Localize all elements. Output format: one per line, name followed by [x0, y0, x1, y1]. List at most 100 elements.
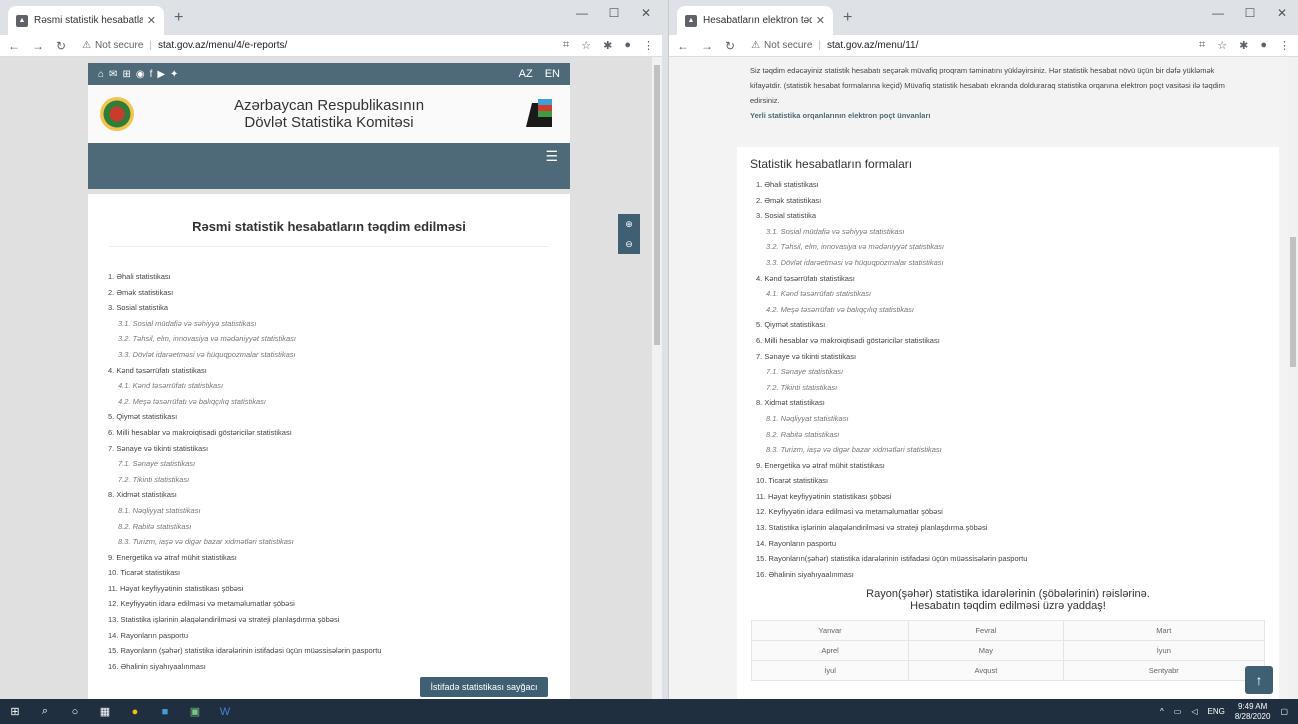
start-windows-icon[interactable]: ⊞ — [0, 699, 30, 724]
eye-icon[interactable]: ◉ — [136, 69, 145, 80]
close-tab-icon[interactable]: ✕ — [147, 14, 156, 27]
minimize-icon[interactable]: — — [566, 0, 598, 26]
list-item-link[interactable]: 5. Qiymət statistikası — [756, 317, 1279, 333]
list-item-link[interactable]: 9. Energetika və ətraf mühit statistikas… — [756, 458, 1279, 474]
address-bar[interactable]: ⚠ Not secure | stat.gov.az/menu/4/e-repo… — [82, 40, 287, 51]
list-item-link[interactable]: 6. Milli hesablar və makroiqtisadi göstə… — [108, 425, 570, 441]
list-item-link[interactable]: 6. Milli hesablar və makroiqtisadi göstə… — [756, 333, 1279, 349]
month-cell[interactable]: Mart — [1062, 620, 1266, 642]
list-item-link[interactable]: 1. Əhali statistikası — [756, 177, 1279, 193]
store-icon[interactable]: ▣ — [180, 699, 210, 724]
sub-list-item-link[interactable]: 4.1. Kənd təsərrüfatı statistikası — [108, 378, 570, 394]
month-cell[interactable]: Sentyabr — [1062, 660, 1266, 682]
list-item-link[interactable]: 15. Rayonların (şəhər) statistika idarəl… — [108, 643, 570, 659]
list-item-link[interactable]: 16. Əhalinin siyahıyaalınması — [108, 659, 570, 675]
list-item-link[interactable]: 7. Sənaye və tikinti statistikası — [756, 349, 1279, 365]
maximize-icon[interactable]: ☐ — [1234, 0, 1266, 26]
list-item-link[interactable]: 1. Əhali statistikası — [108, 269, 570, 285]
email-addresses-link[interactable]: Yerli statistika orqanlarının elektron p… — [750, 108, 1226, 123]
sub-list-item-link[interactable]: 4.2. Meşə təsərrüfatı və balıqçılıq stat… — [108, 394, 570, 410]
new-tab-icon[interactable]: + — [843, 9, 852, 27]
maximize-icon[interactable]: ☐ — [598, 0, 630, 26]
sub-list-item-link[interactable]: 3.3. Dövlət idarəetməsi və hüquqpozmalar… — [108, 347, 570, 363]
list-item-link[interactable]: 5. Qiymət statistikası — [108, 409, 570, 425]
list-item-link[interactable]: 16. Əhalinin siyahıyaalınması — [756, 567, 1279, 583]
list-item-link[interactable]: 12. Keyfiyyətin idarə edilməsi və metamə… — [108, 596, 570, 612]
zoom-out-icon[interactable]: ⊖ — [625, 234, 633, 254]
clock[interactable]: 9:49 AM 8/28/2020 — [1235, 702, 1271, 722]
sub-list-item-link[interactable]: 7.2. Tikinti statistikası — [108, 472, 570, 488]
sub-list-item-link[interactable]: 8.2. Rabitə statistikası — [108, 519, 570, 535]
list-item-link[interactable]: 11. Həyat keyfiyyətinin statistikası şöb… — [756, 489, 1279, 505]
mail-icon[interactable]: ✉ — [109, 69, 117, 80]
sub-list-item-link[interactable]: 7.1. Sənaye statistikası — [756, 364, 1279, 380]
list-item-link[interactable]: 12. Keyfiyyətin idarə edilməsi və metamə… — [756, 504, 1279, 520]
list-item-link[interactable]: 4. Kənd təsərrüfatı statistikası — [108, 363, 570, 379]
profile-icon[interactable]: ● — [1260, 39, 1267, 52]
close-window-icon[interactable]: ✕ — [630, 0, 662, 26]
month-cell[interactable]: Aprel — [750, 640, 910, 662]
sub-list-item-link[interactable]: 3.2. Təhsil, elm, innovasiya və mədəniyy… — [756, 239, 1279, 255]
left-scrollbar[interactable] — [652, 57, 662, 699]
url-text[interactable]: stat.gov.az/menu/4/e-reports/ — [158, 40, 287, 51]
back-arrow-icon[interactable]: ← — [677, 39, 689, 53]
volume-icon[interactable]: ◁ — [1191, 707, 1197, 716]
search-icon[interactable]: ⌕ — [30, 699, 60, 724]
lang-en[interactable]: EN — [545, 68, 560, 80]
month-cell[interactable]: Avqust — [908, 660, 1064, 682]
sitemap-icon[interactable]: ⊞ — [122, 69, 130, 80]
month-cell[interactable]: İyul — [750, 660, 910, 682]
scroll-to-top-button[interactable]: ↑ — [1245, 666, 1273, 694]
lang-az[interactable]: AZ — [519, 68, 533, 80]
site-title[interactable]: Azərbaycan Respublikasının Dövlət Statis… — [234, 97, 424, 131]
network-icon[interactable]: ▭ — [1174, 707, 1182, 716]
extensions-icon[interactable]: ✱ — [603, 39, 612, 52]
list-item-link[interactable]: 15. Rayonların(şəhər) statistika idarələ… — [756, 551, 1279, 567]
cortana-icon[interactable]: ○ — [60, 699, 90, 724]
scrollbar-thumb[interactable] — [1290, 237, 1296, 367]
notifications-icon[interactable]: ▢ — [1280, 707, 1288, 716]
sub-list-item-link[interactable]: 8.1. Nəqliyyat statistikası — [108, 503, 570, 519]
bookmark-star-icon[interactable]: ☆ — [1217, 39, 1227, 52]
list-item-link[interactable]: 9. Energetika və ətraf mühit statistikas… — [108, 550, 570, 566]
word-icon[interactable]: W — [210, 699, 240, 724]
browser-tab[interactable]: ▲ Rəsmi statistik hesabatların təqdi ✕ — [8, 6, 164, 35]
browser-tab[interactable]: ▲ Hesabatların elektron təqdimatı ✕ — [677, 6, 833, 35]
input-language[interactable]: ENG — [1208, 707, 1225, 716]
address-bar[interactable]: ⚠ Not secure | stat.gov.az/menu/11/ — [751, 40, 918, 51]
outlook-icon[interactable]: ■ — [150, 699, 180, 724]
month-cell[interactable]: May — [908, 640, 1064, 662]
forward-arrow-icon[interactable]: → — [32, 39, 44, 53]
list-item-link[interactable]: 13. Statistika işlərinin əlaqələndirilmə… — [108, 612, 570, 628]
list-item-link[interactable]: 4. Kənd təsərrüfatı statistikası — [756, 271, 1279, 287]
facebook-icon[interactable]: f — [150, 69, 153, 80]
sub-list-item-link[interactable]: 7.1. Sənaye statistikası — [108, 456, 570, 472]
sub-list-item-link[interactable]: 3.3. Dövlət idarəetməsi və hüquqpozmalar… — [756, 255, 1279, 271]
sub-list-item-link[interactable]: 3.1. Sosial müdafiə və səhiyyə statistik… — [756, 224, 1279, 240]
list-item-link[interactable]: 11. Həyat keyfiyyətinin statistikası şöb… — [108, 581, 570, 597]
tray-chevron-icon[interactable]: ^ — [1160, 707, 1164, 716]
close-tab-icon[interactable]: ✕ — [816, 14, 825, 27]
new-tab-icon[interactable]: + — [174, 9, 183, 27]
right-scrollbar[interactable] — [1288, 57, 1298, 699]
close-window-icon[interactable]: ✕ — [1266, 0, 1298, 26]
profile-icon[interactable]: ● — [624, 39, 631, 52]
sub-list-item-link[interactable]: 8.3. Turizm, iaşə və digər bazar xidmətl… — [108, 534, 570, 550]
sub-list-item-link[interactable]: 3.1. Sosial müdafiə və səhiyyə statistik… — [108, 316, 570, 332]
forward-arrow-icon[interactable]: → — [701, 39, 713, 53]
translate-icon[interactable]: ⌗ — [1199, 39, 1205, 52]
back-arrow-icon[interactable]: ← — [8, 39, 20, 53]
bookmark-star-icon[interactable]: ☆ — [581, 39, 591, 52]
task-view-icon[interactable]: ▦ — [90, 699, 120, 724]
home-icon[interactable]: ⌂ — [98, 69, 104, 80]
zoom-in-icon[interactable]: ⊕ — [625, 214, 633, 234]
list-item-link[interactable]: 14. Rayonların pasportu — [108, 628, 570, 644]
menu-dots-icon[interactable]: ⋮ — [643, 39, 654, 52]
list-item-link[interactable]: 3. Sosial statistika — [756, 208, 1279, 224]
month-cell[interactable]: Fevral — [908, 620, 1064, 642]
translate-icon[interactable]: ⌗ — [563, 39, 569, 52]
list-item-link[interactable]: 2. Əmək statistikası — [108, 285, 570, 301]
menu-dots-icon[interactable]: ⋮ — [1279, 39, 1290, 52]
url-text[interactable]: stat.gov.az/menu/11/ — [827, 40, 918, 51]
reload-icon[interactable]: ↻ — [725, 39, 735, 53]
